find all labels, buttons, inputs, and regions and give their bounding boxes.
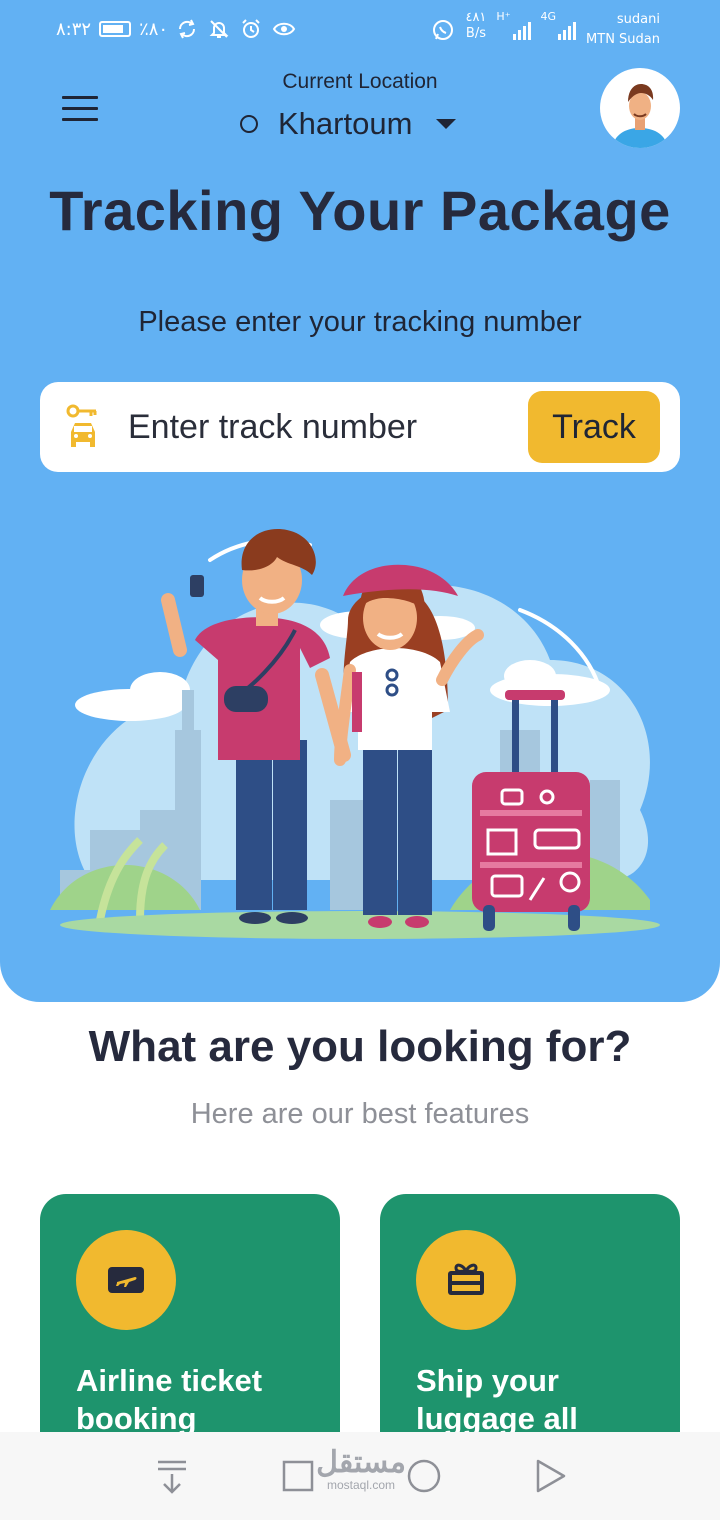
signal-strength-1: H⁺ xyxy=(496,10,531,40)
sync-icon xyxy=(179,19,196,39)
carrier-2: MTN Sudan xyxy=(586,32,660,47)
watermark-text: مستقل xyxy=(316,1446,406,1479)
signal-2-label: 4G xyxy=(540,10,557,23)
whatsapp-icon xyxy=(433,20,454,40)
net-speed-unit: B/s xyxy=(465,26,486,41)
track-search-bar: Track xyxy=(40,382,680,472)
location-selector[interactable]: Khartoum xyxy=(240,106,457,142)
location-ring-icon xyxy=(240,115,258,133)
status-left: ٨:٣٢ ٪٨٠ xyxy=(56,18,296,40)
watermark-url: mostaql.com xyxy=(326,1478,396,1492)
feature-card-label: Ship your luggage all xyxy=(416,1363,578,1436)
nav-dropdown-icon[interactable] xyxy=(150,1454,194,1498)
plane-ticket-icon xyxy=(108,1267,144,1293)
track-button[interactable]: Track xyxy=(528,391,660,463)
signal-1-label: H⁺ xyxy=(496,10,511,23)
caret-down-icon xyxy=(436,119,457,129)
hero-subtitle: Please enter your tracking number xyxy=(138,306,582,338)
hero-section: ٨:٣٢ ٪٨٠ ٤٨١ B/s H⁺ 4G sudani MTN Sudan … xyxy=(0,0,720,1002)
gift-box-icon xyxy=(448,1263,484,1295)
features-subtitle: Here are our best features xyxy=(190,1098,530,1130)
carrier-names: sudani MTN Sudan xyxy=(586,10,660,50)
eye-icon xyxy=(272,22,296,36)
card-badge xyxy=(416,1230,516,1330)
watermark: مستقل mostaql.com xyxy=(316,1446,406,1493)
signal-strength-2: 4G xyxy=(541,10,577,40)
battery-percent: ٪٨٠ xyxy=(139,18,169,40)
travel-couple-illustration xyxy=(50,529,660,939)
hero-title: Tracking Your Package xyxy=(49,179,671,242)
nav-recents-icon[interactable] xyxy=(276,1454,320,1498)
status-icons xyxy=(176,18,296,40)
status-time: ٨:٣٢ xyxy=(56,18,92,40)
features-title: What are you looking for? xyxy=(88,1022,632,1071)
status-bar: ٨:٣٢ ٪٨٠ ٤٨١ B/s H⁺ 4G sudani MTN Sudan xyxy=(0,0,720,60)
net-speed: ٤٨١ B/s xyxy=(465,10,486,42)
android-nav-bar: مستقل mostaql.com xyxy=(0,1432,720,1520)
location-value: Khartoum xyxy=(278,106,413,141)
carrier-1: sudani xyxy=(616,12,660,27)
avatar[interactable] xyxy=(600,68,680,148)
card-badge xyxy=(76,1230,176,1330)
mute-bell-icon xyxy=(209,20,229,38)
track-number-input[interactable] xyxy=(128,400,518,454)
battery-icon xyxy=(99,21,132,37)
nav-home-icon[interactable] xyxy=(402,1454,446,1498)
net-speed-value: ٤٨١ xyxy=(465,10,487,25)
hamburger-menu-icon[interactable] xyxy=(62,96,98,122)
car-key-icon xyxy=(66,404,97,447)
alarm-icon xyxy=(242,19,260,38)
user-avatar-icon xyxy=(612,84,668,148)
feature-card-label: Airline ticket booking xyxy=(76,1363,263,1436)
status-right: ٤٨١ B/s H⁺ 4G sudani MTN Sudan xyxy=(431,10,660,50)
nav-back-icon[interactable] xyxy=(528,1454,572,1498)
